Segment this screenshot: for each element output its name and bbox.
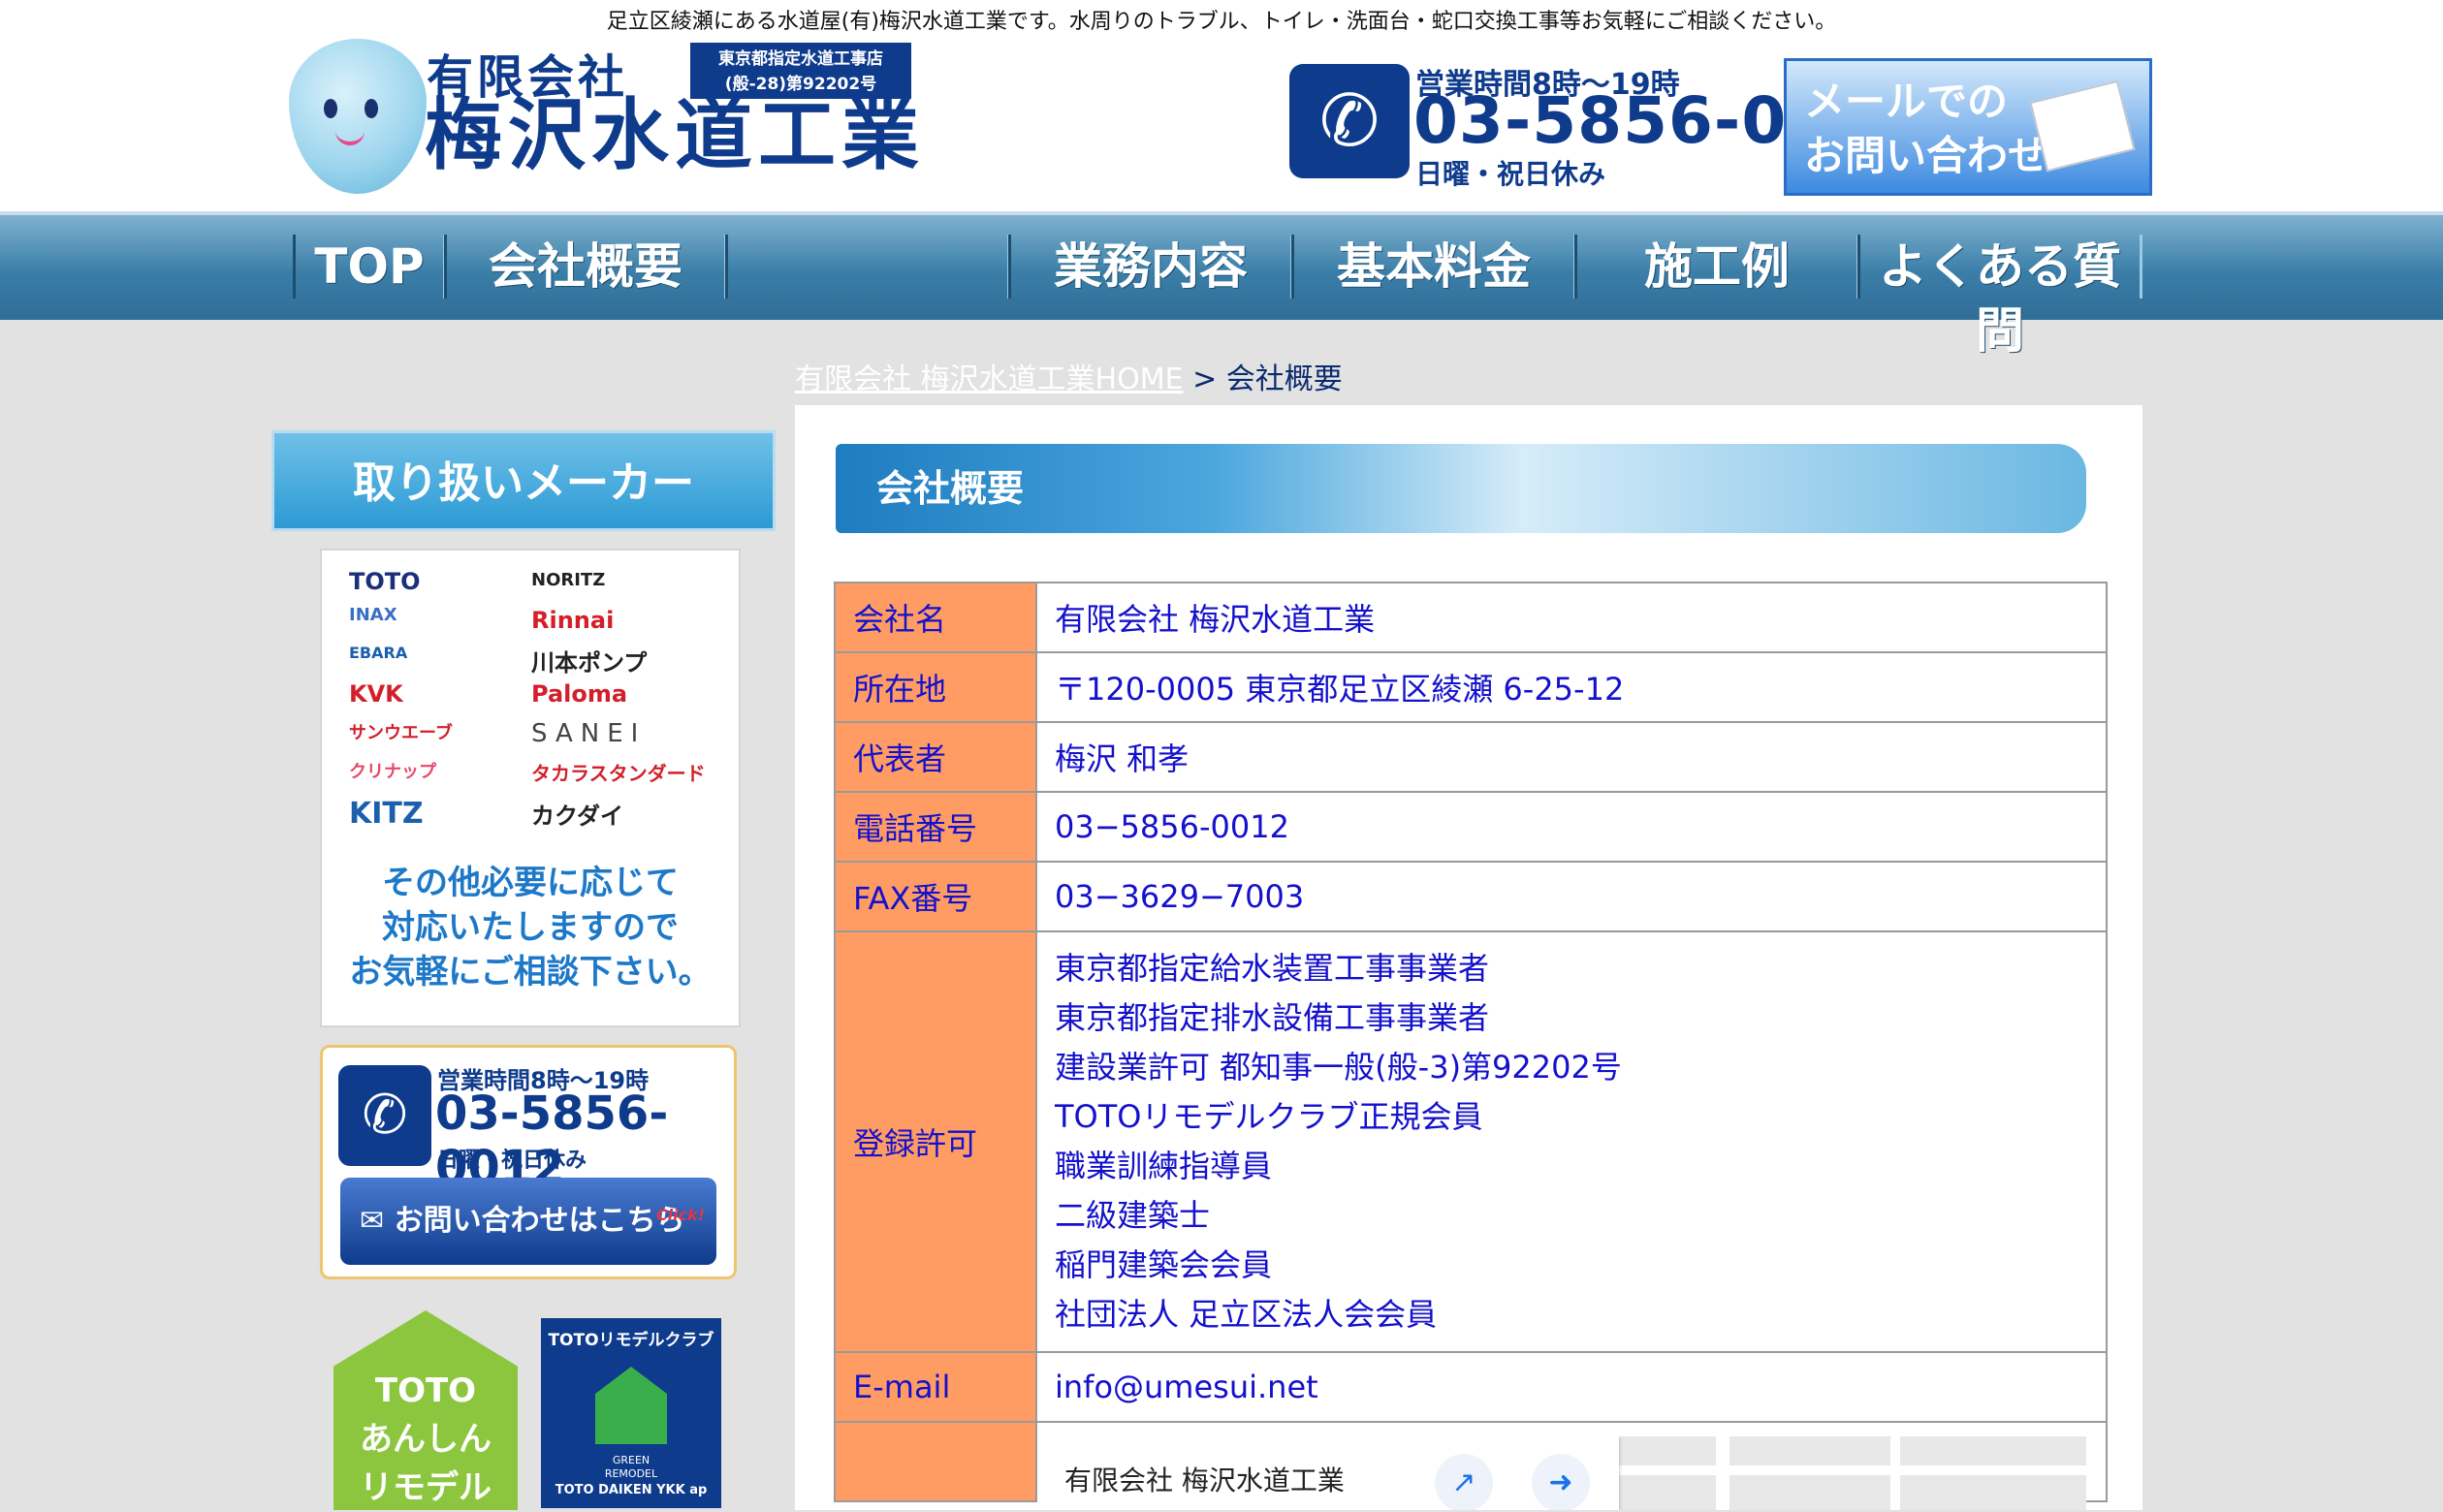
house-icon bbox=[595, 1367, 667, 1444]
maker-kitz: KITZ bbox=[349, 797, 424, 831]
maker-inax: INAX bbox=[349, 605, 397, 625]
toto-anshin-remodel-badge[interactable]: TOTO あんしん リモデル bbox=[333, 1310, 518, 1510]
toto-remodel-club-badge[interactable]: TOTOリモデルクラブ GREEN REMODEL TOTO DAIKEN YK… bbox=[541, 1318, 721, 1508]
email-link[interactable]: info@umesui.net bbox=[1035, 1351, 2108, 1423]
row-value: 03−3629−7003 bbox=[1035, 861, 2108, 932]
row-value: 有限会社 梅沢水道工業 bbox=[1035, 582, 2108, 653]
maker-rinnai: Rinnai bbox=[531, 607, 615, 634]
maker-kakudai: カクダイ bbox=[531, 803, 624, 830]
license-item: 社団法人 足立区法人会会員 bbox=[1055, 1296, 1438, 1333]
row-label: 電話番号 bbox=[834, 791, 1037, 863]
table-row: 所在地 〒120-0005 東京都足立区綾瀬 6-25-12 bbox=[834, 651, 2108, 723]
breadcrumb-separator: > bbox=[1192, 362, 1218, 396]
maker-kawamoto: 川本ポンプ bbox=[531, 649, 648, 677]
maker-noritz: NORITZ bbox=[531, 570, 606, 590]
license-list: 東京都指定給水装置工事事業者 東京都指定排水設備工事事業者 建設業許可 都知事一… bbox=[1035, 930, 2108, 1353]
phone-icon: ✆ bbox=[1289, 64, 1410, 178]
water-drop-mascot-icon bbox=[289, 39, 427, 194]
directions-icon[interactable]: ➜ bbox=[1532, 1454, 1590, 1510]
row-value: 梅沢 和孝 bbox=[1035, 721, 2108, 793]
maker-sanei: SANEI bbox=[531, 719, 647, 748]
row-label bbox=[834, 1421, 1037, 1502]
map-info-card: 有限会社 梅沢水道工業 ↗ ➜ bbox=[1037, 1436, 1619, 1510]
phone-icon: ✆ bbox=[338, 1065, 431, 1166]
table-row: 代表者 梅沢 和孝 bbox=[834, 721, 2108, 793]
maker-toto: TOTO bbox=[349, 568, 421, 595]
table-row: 会社名 有限会社 梅沢水道工業 bbox=[834, 582, 2108, 653]
maker-kvk: KVK bbox=[349, 680, 403, 708]
company-info-table: 会社名 有限会社 梅沢水道工業 所在地 〒120-0005 東京都足立区綾瀬 6… bbox=[834, 582, 2108, 1502]
license-item: 建設業許可 都知事一般(般-3)第92202号 bbox=[1055, 1049, 1622, 1086]
nav-faq[interactable]: よくある質問 bbox=[1857, 235, 2142, 359]
breadcrumb-current: 会社概要 bbox=[1225, 362, 1343, 396]
row-value: 〒120-0005 東京都足立区綾瀬 6-25-12 bbox=[1035, 651, 2108, 723]
page-title: 会社概要 bbox=[836, 444, 2086, 533]
mail-contact-label: メールでの お問い合わせ bbox=[1804, 78, 2049, 179]
nav-services[interactable]: 業務内容 bbox=[1008, 235, 1293, 299]
row-label: E-mail bbox=[834, 1351, 1037, 1423]
maker-ebara: EBARA bbox=[349, 644, 408, 662]
breadcrumb: 有限会社 梅沢水道工業HOME > 会社概要 bbox=[795, 355, 1343, 397]
license-item: 職業訓練指導員 bbox=[1055, 1148, 1273, 1184]
nav-pricing[interactable]: 基本料金 bbox=[1291, 235, 1576, 299]
sidebar-closed-days: 日曜・祝日休み bbox=[437, 1149, 587, 1173]
map-place-name: 有限会社 梅沢水道工業 bbox=[1064, 1465, 1345, 1496]
maker-sunwave: サンウエーブ bbox=[349, 723, 453, 743]
license-item: 稲門建築会会員 bbox=[1055, 1246, 1273, 1283]
click-hand-icon: Click! bbox=[655, 1206, 705, 1224]
license-item: 東京都指定排水設備工事事業者 bbox=[1055, 999, 1490, 1036]
site-header: 足立区綾瀬にある水道屋(有)梅沢水道工業です。水周りのトラブル、トイレ・洗面台・… bbox=[0, 0, 2443, 211]
makers-panel: TOTO INAX EBARA KVK サンウエーブ クリナップ KITZ NO… bbox=[320, 549, 741, 1027]
makers-heading: 取り扱いメーカー bbox=[271, 430, 776, 531]
maker-paloma: Paloma bbox=[531, 680, 628, 708]
open-external-icon[interactable]: ↗ bbox=[1435, 1454, 1493, 1510]
license-item: 東京都指定給水装置工事事業者 bbox=[1055, 950, 1490, 987]
nav-top[interactable]: TOP bbox=[293, 235, 446, 299]
table-row-license: 登録許可 東京都指定給水装置工事事業者 東京都指定排水設備工事事業者 建設業許可… bbox=[834, 930, 2108, 1353]
nav-company[interactable]: 会社概要 bbox=[444, 235, 727, 299]
embedded-map[interactable]: 有限会社 梅沢水道工業 ↗ ➜ bbox=[1037, 1436, 2086, 1510]
mail-contact-button[interactable]: メールでの お問い合わせ bbox=[1784, 58, 2152, 196]
nav-blank[interactable] bbox=[725, 235, 1010, 299]
main-content: 会社概要 会社名 有限会社 梅沢水道工業 所在地 〒120-0005 東京都足立… bbox=[795, 405, 2142, 1510]
license-item: 二級建築士 bbox=[1055, 1197, 1211, 1234]
envelope-icon: ✉ bbox=[360, 1204, 395, 1238]
license-badge: 東京都指定水道工事店 (般-28)第92202号 bbox=[690, 43, 911, 99]
site-tagline: 足立区綾瀬にある水道屋(有)梅沢水道工業です。水周りのトラブル、トイレ・洗面台・… bbox=[606, 10, 1837, 34]
logo-company-name: 梅沢水道工業 bbox=[425, 90, 925, 180]
table-row: 電話番号 03−5856-0012 bbox=[834, 791, 2108, 863]
row-label: 会社名 bbox=[834, 582, 1037, 653]
breadcrumb-home-link[interactable]: 有限会社 梅沢水道工業HOME bbox=[795, 362, 1184, 396]
table-row: FAX番号 03−3629−7003 bbox=[834, 861, 2108, 932]
sidebar-contact-button[interactable]: ✉ お問い合わせはこちら Click! bbox=[340, 1178, 716, 1265]
closed-days: 日曜・祝日休み bbox=[1415, 158, 1606, 190]
table-row: E-mail info@umesui.net bbox=[834, 1351, 2108, 1423]
sidebar: 取り扱いメーカー TOTO INAX EBARA KVK サンウエーブ クリナッ… bbox=[271, 405, 776, 1510]
row-label: FAX番号 bbox=[834, 861, 1037, 932]
sidebar-phone-box: ✆ 営業時間8時～19時 03-5856-0012 日曜・祝日休み ✉ お問い合… bbox=[320, 1045, 737, 1279]
maker-takara: タカラスタンダード bbox=[531, 762, 706, 785]
row-label: 所在地 bbox=[834, 651, 1037, 723]
nav-examples[interactable]: 施工例 bbox=[1574, 235, 1859, 299]
row-label: 代表者 bbox=[834, 721, 1037, 793]
row-label: 登録許可 bbox=[834, 930, 1037, 1353]
makers-note: その他必要に応じて 対応いたしますので お気軽にご相談下さい。 bbox=[349, 864, 712, 992]
row-value: 03−5856-0012 bbox=[1035, 791, 2108, 863]
main-nav: TOP 会社概要 業務内容 基本料金 施工例 よくある質問 bbox=[0, 211, 2443, 359]
maker-cleanup: クリナップ bbox=[349, 762, 436, 782]
license-item: TOTOリモデルクラブ正規会員 bbox=[1055, 1098, 1483, 1135]
